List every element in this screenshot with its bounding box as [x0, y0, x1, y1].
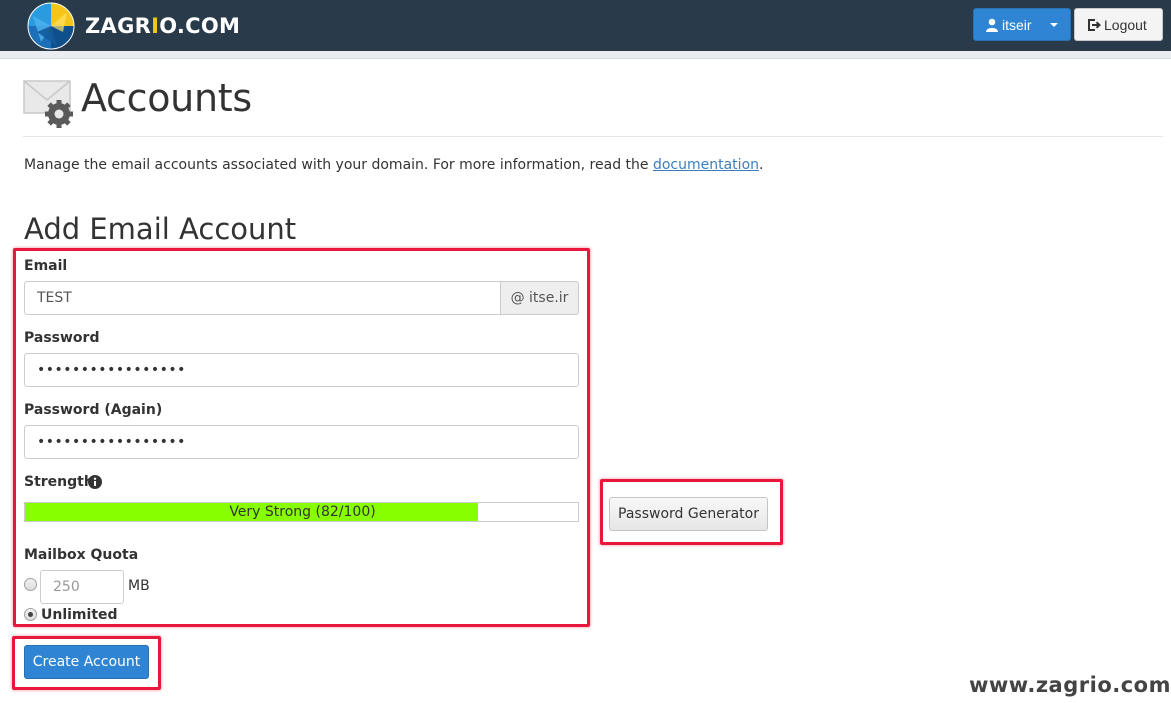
page-description: Manage the email accounts associated wit… — [24, 157, 763, 173]
logo-text: ZAGRIO.COM — [85, 14, 241, 38]
create-highlight-box — [12, 636, 161, 690]
username-label: itseir — [1002, 16, 1032, 33]
email-accounts-icon — [23, 80, 73, 128]
generator-highlight-box — [600, 479, 783, 545]
chevron-down-icon — [1050, 23, 1058, 27]
navbar-divider — [0, 51, 1171, 59]
logout-button[interactable]: Logout — [1074, 8, 1163, 41]
section-title: Add Email Account — [24, 212, 297, 246]
user-menu-button[interactable]: itseir — [973, 8, 1071, 41]
form-highlight-box — [13, 248, 590, 627]
top-navbar: ZAGRIO.COM itseir Logout — [0, 0, 1171, 51]
watermark: www.zagrio.com — [969, 673, 1171, 697]
logout-icon — [1088, 18, 1101, 31]
logout-label: Logout — [1104, 16, 1147, 33]
documentation-link[interactable]: documentation — [653, 157, 759, 173]
page-title: Accounts — [81, 76, 252, 120]
logo-icon — [27, 2, 75, 50]
title-divider — [23, 136, 1163, 137]
user-icon — [986, 18, 998, 32]
intro-text: Manage the email accounts associated wit… — [24, 157, 649, 173]
intro-end: . — [759, 157, 764, 173]
brand-logo[interactable]: ZAGRIO.COM — [27, 2, 240, 50]
